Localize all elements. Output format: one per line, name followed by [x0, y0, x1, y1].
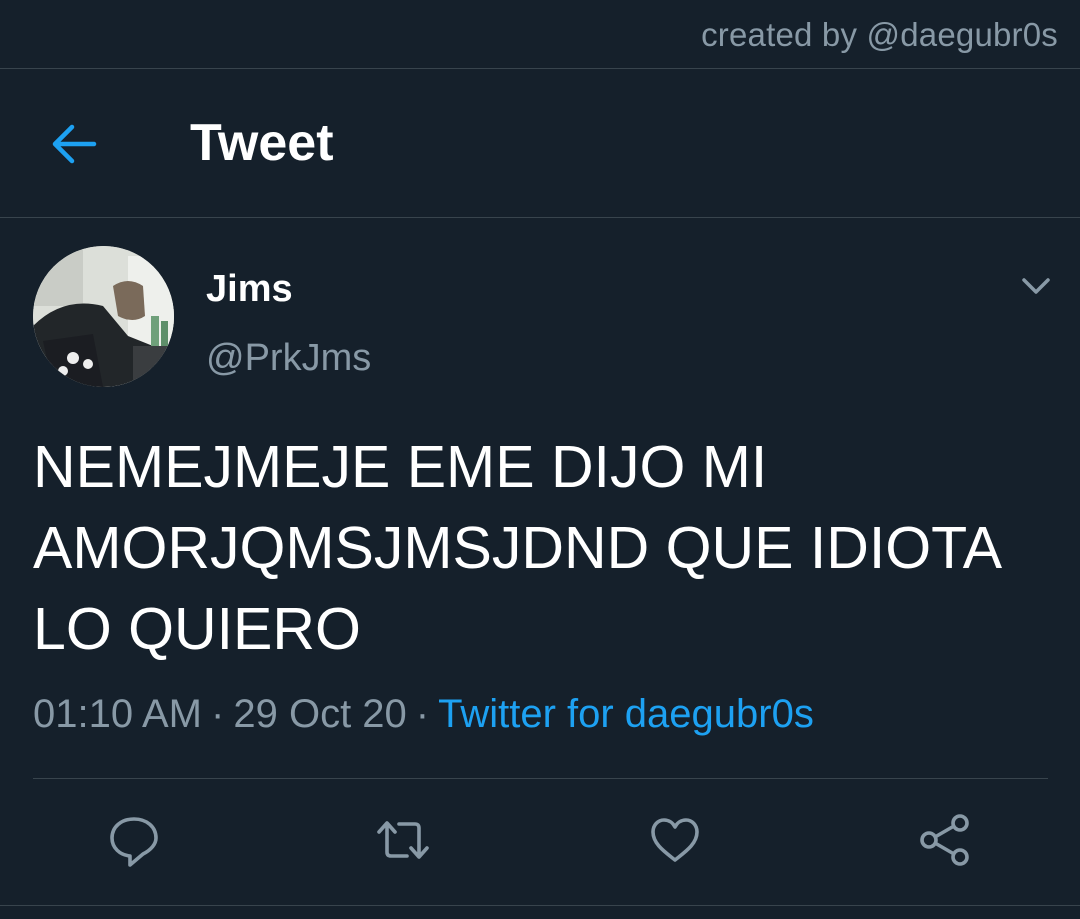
share-button[interactable] — [917, 812, 973, 868]
arrow-left-icon — [52, 124, 97, 164]
tweet-text: NEMEJMEJE EME DIJO MI AMORJQMSJMSJDND QU… — [33, 434, 1003, 662]
share-nodes-icon — [920, 814, 969, 866]
display-name[interactable]: Jims — [206, 268, 293, 311]
top-credit-bar: created by @daegubr0s — [0, 0, 1080, 69]
tweet-source-link[interactable]: Twitter for daegubr0s — [438, 692, 814, 736]
profile-photo — [33, 246, 174, 387]
credit-text: created by @daegubr0s — [701, 16, 1058, 53]
heart-icon — [651, 818, 699, 862]
reply-button[interactable] — [106, 812, 162, 868]
retweet-button[interactable] — [375, 812, 431, 868]
meta-separator: · — [211, 692, 225, 736]
tweet-date: 29 Oct 20 — [233, 692, 407, 736]
avatar[interactable] — [33, 246, 174, 387]
like-button[interactable] — [647, 812, 703, 868]
retweet-arrows-icon — [377, 821, 429, 859]
speech-bubble-icon — [110, 817, 158, 867]
page-title: Tweet — [190, 114, 334, 172]
bottom-divider — [0, 905, 1080, 906]
back-button[interactable] — [44, 114, 104, 174]
header-bar: Tweet — [0, 69, 1080, 218]
user-handle[interactable]: @PrkJms — [206, 337, 371, 380]
tweet-meta: 01:10 AM · 29 Oct 20 · Twitter for daegubr0s — [33, 692, 814, 737]
meta-separator: · — [415, 692, 430, 736]
tweet-time: 01:10 AM — [33, 692, 203, 736]
more-options-button[interactable] — [1016, 268, 1056, 304]
divider — [33, 778, 1048, 779]
chevron-down-icon — [1022, 278, 1050, 294]
